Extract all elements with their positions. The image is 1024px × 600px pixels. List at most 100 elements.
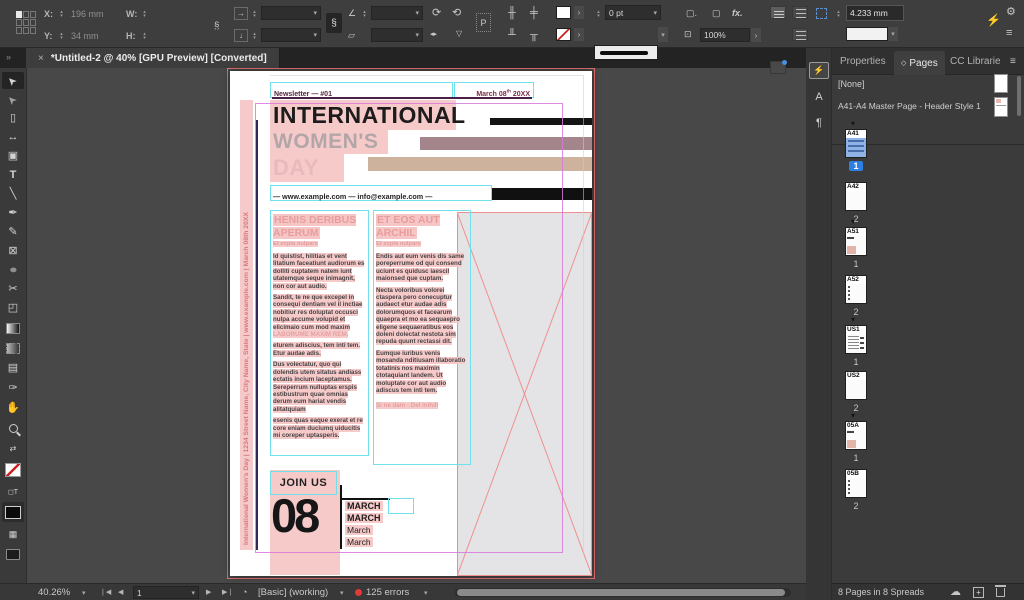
formatting-affects-icon[interactable]: ◻T [2,484,24,501]
text-wrap-bounding-icon[interactable] [792,6,808,19]
control-bar-menu-icon[interactable]: ≡ [1006,28,1012,39]
add-page-button[interactable]: + [973,587,984,598]
rotate-ccw-icon[interactable]: ⟲ [452,8,461,19]
title-line1-frame[interactable]: INTERNATIONAL [270,100,456,130]
gradient-feather-tool[interactable] [2,340,24,357]
constrain-proportions-icon[interactable]: § [214,21,220,32]
delete-page-button[interactable] [996,588,1005,597]
sidebar-text-frame[interactable]: International Women's Day | 1234 Street … [240,100,253,550]
settings-gear-icon[interactable]: ⚙ [1006,7,1016,18]
character-styles-panel-icon[interactable]: A [809,88,829,105]
free-transform-tool[interactable]: ◰ [2,300,24,317]
master-thumbnail-a41[interactable] [994,97,1008,117]
text-wrap-jump-icon[interactable] [792,28,808,41]
panel-scrollbar[interactable] [1017,76,1021,116]
stroke-style-select[interactable] [594,45,658,60]
page-number-1[interactable]: 1 [845,161,867,171]
note-tool[interactable]: ▤ [2,360,24,377]
y-value[interactable]: 34 mm [71,31,99,41]
title-line3-frame[interactable]: DAY [270,154,344,182]
page-thumbnail-5[interactable]: US1 [845,325,867,354]
page-number-field[interactable]: 1 [133,586,199,599]
page-tool[interactable]: ▯ [2,110,24,127]
x-stepper[interactable] [57,7,66,20]
document-page[interactable]: International Women's Day | 1234 Street … [230,71,592,576]
y-stepper[interactable] [57,29,66,42]
page-thumbnail-1[interactable]: A41 [845,129,867,158]
zoom-tool[interactable] [2,420,24,437]
stroke-swatch[interactable] [556,28,571,41]
next-page-icon[interactable]: ▶ [206,588,211,596]
stroke-swatch-arrow[interactable] [574,28,584,41]
page-thumbnail-7[interactable]: 05A [845,421,867,450]
text-column-2[interactable]: ET EOS AUT ARCHIL Et expla nulpars Endis… [373,210,471,465]
rotation-angle-field[interactable] [371,6,423,20]
frame-fitting-icon[interactable] [816,8,827,19]
header-rule[interactable] [272,97,532,99]
corner-radius-icon[interactable]: ▢ [712,9,721,18]
header-date-frame[interactable]: March 08th 20XX [454,82,534,98]
page-number-7[interactable]: 1 [845,453,867,463]
text-column-1[interactable]: HENIS DERIBUS APERUM Et expla nulpars Id… [270,210,369,456]
page-thumbnail-6[interactable]: US2 [845,371,867,400]
master-thumbnail-none[interactable] [994,74,1008,93]
title-mauve-bar[interactable] [420,137,592,150]
stroke-weight-field[interactable]: 0 pt [605,5,661,20]
reference-point-proxy[interactable] [16,11,36,34]
scissors-tool[interactable]: ✂ [2,281,24,298]
join-vertical-rule[interactable] [340,485,342,549]
text-wrap-none-icon[interactable] [770,6,786,19]
type-tool[interactable]: T [2,167,24,184]
title-tan-bar[interactable] [368,157,592,171]
flip-vertical-icon[interactable]: ▽ [456,30,462,38]
paragraph-styles-panel-icon[interactable]: ¶ [809,114,829,131]
fill-swatch[interactable] [556,6,571,19]
panel-menu-icon[interactable]: ≡ [1010,48,1016,75]
tab-overflow-icon[interactable]: » [6,52,11,62]
selection-tool[interactable]: ➤ [2,72,24,89]
cc-libraries-panel-icon[interactable]: ⚡ [809,62,829,79]
fill-stroke-swatch[interactable] [2,458,24,482]
join-number-frame[interactable]: 08 [271,490,317,542]
tab-properties[interactable]: Properties [840,48,886,75]
document-tab[interactable]: × *Untitled-2 @ 40% [GPU Preview] [Conve… [26,48,280,68]
gpu-performance-icon[interactable]: ⚡ [986,14,1001,26]
flip-horizontal-icon[interactable]: ◂▸ [430,31,437,38]
swap-fill-stroke-icon[interactable]: ⇄ [2,440,24,457]
vertical-rule[interactable] [256,120,258,550]
contact-black-bar[interactable] [492,188,592,200]
preset-select-arrow[interactable] [888,27,898,41]
zoom-level[interactable]: 40.26% [38,587,70,598]
pencil-tool[interactable]: ✎ [2,224,24,241]
distribute-icon-4[interactable]: ╥ [530,30,538,41]
ellipse-tool[interactable]: ● [2,262,24,279]
contact-frame[interactable]: — www.example.com — info@example.com — [270,185,492,201]
horizontal-scrollbar[interactable] [455,588,791,597]
title-black-bar[interactable] [490,118,592,125]
object-effects-icon[interactable] [770,61,786,74]
page-thumbnail-2[interactable]: A42 [845,182,867,211]
preflight-profile[interactable]: [Basic] (working) [258,587,328,598]
gap-field[interactable]: 4.233 mm [846,5,904,21]
screen-mode-icon[interactable] [2,546,24,563]
rectangle-frame-tool[interactable]: ⊠ [2,243,24,260]
shear-field[interactable] [371,28,423,42]
content-collector-tool[interactable]: ▣ [2,148,24,165]
last-page-icon[interactable]: ▶❘ [222,588,233,596]
page-thumbnail-4[interactable]: A52 [845,275,867,304]
stroke-weight-stepper[interactable] [594,7,603,20]
preflight-dropdown-icon[interactable] [340,589,344,597]
opacity-arrow[interactable] [751,28,761,42]
gradient-tool[interactable] [2,320,24,337]
eyedropper-tool[interactable]: ✑ [2,380,24,397]
scale-x-field[interactable] [261,6,321,20]
rotation-stepper[interactable] [360,7,369,20]
effects-icon[interactable]: fx. [732,9,743,18]
stroke-style-arrow[interactable] [658,27,668,42]
line-tool[interactable]: ╲ [2,186,24,203]
apply-color-swatch[interactable] [2,502,24,522]
tab-pages[interactable]: ◇Pages [894,51,945,75]
corner-options-icon[interactable]: ▢. [686,9,697,18]
direct-selection-tool[interactable]: ➤ [2,91,24,108]
rotate-cw-icon[interactable]: ⟳ [432,8,441,19]
